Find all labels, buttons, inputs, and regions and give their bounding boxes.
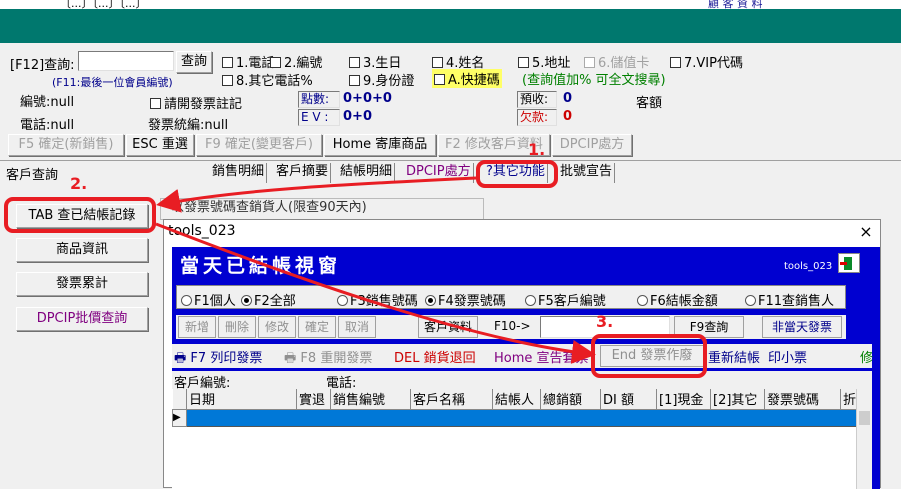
arrow-2-to-3 bbox=[155, 222, 596, 364]
annotation-arrows bbox=[155, 176, 596, 364]
arrow-1-to-2 bbox=[156, 176, 477, 213]
